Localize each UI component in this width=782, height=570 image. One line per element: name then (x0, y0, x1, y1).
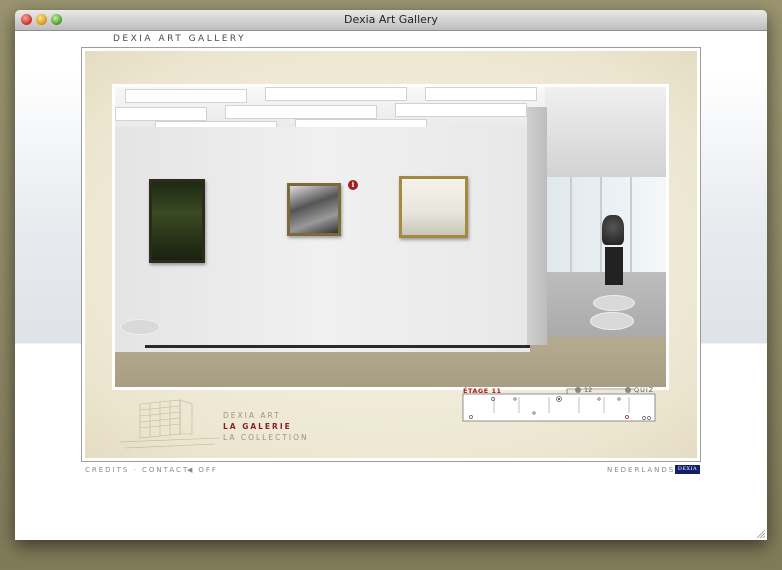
radio-icon (575, 387, 581, 393)
credits-contact-link[interactable]: CREDITS · CONTACT (85, 466, 189, 474)
quiz-button[interactable]: QUIZ (625, 386, 654, 394)
radio-icon (625, 387, 631, 393)
sound-toggle[interactable]: ◀ OFF (187, 466, 218, 474)
gallery-3d-view[interactable]: i (112, 84, 669, 390)
speaker-icon: ◀ (187, 466, 195, 474)
page-content: DEXIA ART GALLERY i DEXIA ART LA GALERIE… (15, 31, 767, 540)
ceiling-light (265, 87, 407, 101)
baseboard (145, 345, 530, 348)
painting-dark-landscape[interactable] (149, 179, 205, 263)
window-mullion (570, 177, 572, 272)
title-bar: Dexia Art Gallery (15, 10, 767, 31)
ceiling-light (425, 87, 537, 101)
nav-la-collection[interactable]: LA COLLECTION (223, 432, 309, 443)
dexia-logo[interactable]: DEXIA (675, 465, 700, 474)
browser-window: Dexia Art Gallery DEXIA ART GALLERY i DE… (15, 10, 767, 540)
building-logo-icon (120, 399, 220, 449)
window-title: Dexia Art Gallery (344, 13, 438, 26)
info-icon[interactable]: i (348, 180, 358, 190)
nav-dexia-art[interactable]: DEXIA ART (223, 410, 309, 421)
floor-label: ÉTAGE 11 (463, 387, 502, 395)
painting-monochrome[interactable] (287, 183, 341, 236)
floor-nav-arrow[interactable] (120, 319, 160, 335)
floor-nav-arrow[interactable] (593, 295, 635, 311)
quiz-label: QUIZ (634, 386, 655, 394)
window-mullion (630, 177, 632, 272)
floor-nav-arrow[interactable] (590, 312, 634, 330)
ceiling-light (225, 105, 377, 119)
ceiling-light (395, 103, 527, 117)
ceiling-light (115, 107, 207, 121)
resize-grip-icon[interactable] (755, 528, 765, 538)
floor-12-label: 12 (584, 386, 593, 394)
sculpture-pedestal (605, 247, 623, 285)
floor-12-toggle[interactable]: 12 (575, 386, 592, 394)
language-link[interactable]: NEDERLANDS (607, 466, 675, 474)
nav-la-galerie[interactable]: LA GALERIE (223, 421, 309, 432)
page-brand-title: DEXIA ART GALLERY (113, 34, 247, 44)
gallery-panel: i DEXIA ART LA GALERIE LA COLLECTION ÉTA… (85, 51, 697, 458)
section-nav: DEXIA ART LA GALERIE LA COLLECTION (223, 410, 309, 443)
gallery-frame: i DEXIA ART LA GALERIE LA COLLECTION ÉTA… (81, 47, 701, 462)
wall-edge (527, 107, 547, 345)
painting-winter-landscape[interactable] (399, 176, 468, 238)
ceiling-light (125, 89, 247, 103)
sculpture[interactable] (602, 215, 624, 245)
sound-off-label: OFF (198, 466, 218, 474)
ceiling-right (545, 87, 666, 177)
